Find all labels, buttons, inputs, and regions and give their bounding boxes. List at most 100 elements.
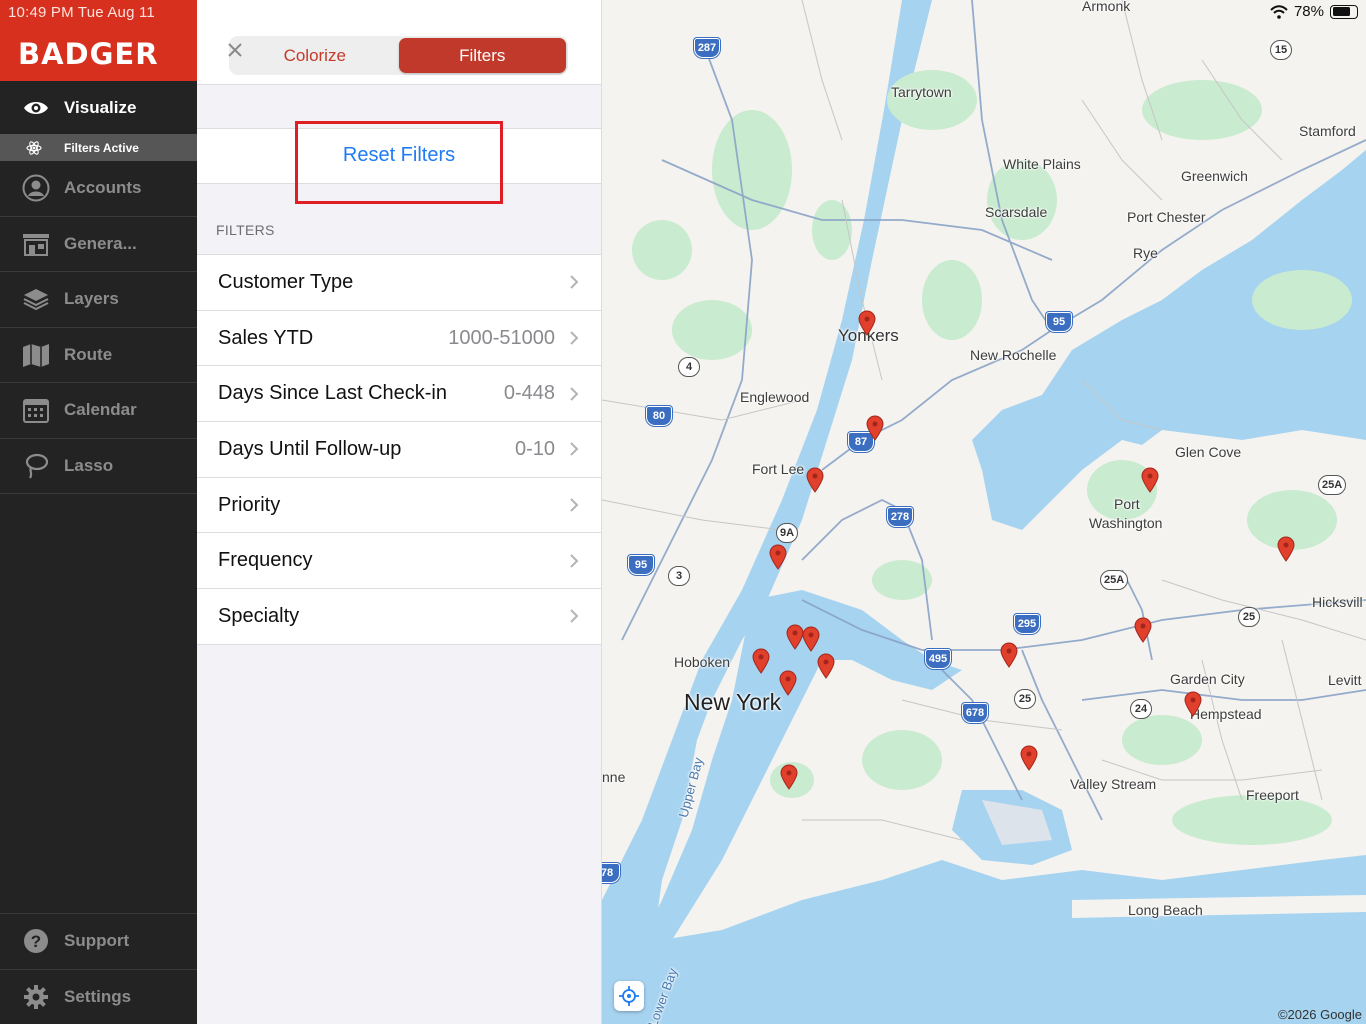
map-label-glen-cove: Glen Cove [1175, 444, 1242, 460]
sidebar-item-label: Layers [64, 289, 119, 309]
locate-me-button[interactable] [614, 981, 644, 1011]
filter-row-priority[interactable]: Priority [197, 478, 601, 534]
filters-section-title: FILTERS [216, 222, 275, 238]
close-icon[interactable] [227, 40, 249, 62]
map-pin-icon[interactable] [752, 648, 770, 674]
sidebar-item-general[interactable]: Genera... [0, 217, 197, 272]
chevron-right-icon [570, 554, 579, 568]
lasso-icon [22, 452, 50, 480]
sidebar-item-visualize[interactable]: Visualize [0, 81, 197, 134]
filter-label: Days Until Follow-up [218, 437, 402, 460]
app-window: 10:49 PM Tue Aug 11 BADGER Visualize Fil… [0, 0, 1366, 1024]
map-view[interactable]: Armonk Tarrytown Stamford White Plains G… [602, 0, 1366, 1024]
map-pin-icon[interactable] [806, 467, 824, 493]
map-label-tarrytown: Tarrytown [891, 84, 952, 100]
sidebar-item-label: Support [64, 931, 130, 951]
tab-colorize[interactable]: Colorize [231, 38, 399, 73]
map-label-white-plains: White Plains [1003, 156, 1081, 172]
interstate-shield-icon: 678 [962, 703, 988, 723]
map-pin-icon[interactable] [1277, 536, 1295, 562]
filters-active-badge[interactable]: Filters Active [0, 134, 197, 161]
sidebar-item-label: Visualize [64, 97, 137, 117]
layers-icon [22, 285, 50, 313]
filter-row-specialty[interactable]: Specialty [197, 589, 601, 645]
reset-filters-row: Reset Filters [197, 121, 601, 204]
map-label-rye: Rye [1133, 245, 1158, 261]
filter-label: Priority [218, 493, 281, 516]
map-pin-icon[interactable] [866, 415, 884, 441]
map-icon [22, 341, 50, 369]
chevron-right-icon [570, 331, 579, 345]
chevron-right-icon [570, 275, 579, 290]
route-shield-icon: 3 [668, 566, 690, 586]
filter-row-sales-ytd[interactable]: Sales YTD 1000-51000 [197, 311, 601, 367]
filter-value: 0-448 [503, 382, 555, 405]
map-pin-icon[interactable] [802, 626, 820, 652]
filter-label: Frequency [218, 549, 313, 572]
route-shield-icon: 25A [1100, 570, 1129, 590]
colorize-filters-segmented-control: Colorize Filters [229, 36, 568, 75]
sidebar-item-label: Genera... [64, 233, 137, 253]
map-label-fort-lee: Fort Lee [752, 461, 805, 477]
filter-row-days-until-followup[interactable]: Days Until Follow-up 0-10 [197, 422, 601, 478]
filter-row-days-since-checkin[interactable]: Days Since Last Check-in 0-448 [197, 366, 601, 423]
sidebar-bottom: ? Support Settings [0, 913, 197, 1024]
sidebar-item-accounts[interactable]: Accounts [0, 161, 197, 217]
wifi-icon [1270, 4, 1288, 19]
map-pin-icon[interactable] [817, 653, 835, 679]
question-circle-icon: ? [22, 927, 50, 955]
sidebar-item-layers[interactable]: Layers [0, 272, 197, 328]
sidebar-item-route[interactable]: Route [0, 328, 197, 383]
filter-row-customer-type[interactable]: Customer Type [197, 255, 601, 311]
map-label-scarsdale: Scarsdale [985, 204, 1048, 220]
svg-text:?: ? [31, 932, 41, 951]
interstate-shield-icon: 287 [694, 38, 720, 58]
sidebar-item-lasso[interactable]: Lasso [0, 439, 197, 494]
map-pin-icon[interactable] [1020, 745, 1038, 771]
route-shield-icon: 25 [1014, 689, 1036, 709]
map-pin-icon[interactable] [1141, 467, 1159, 493]
sidebar-item-label: Accounts [64, 178, 142, 198]
calendar-icon [22, 396, 50, 424]
map-pin-icon[interactable] [779, 670, 797, 696]
brand-header: 10:49 PM Tue Aug 11 BADGER [0, 0, 197, 81]
map-pin-icon[interactable] [1000, 642, 1018, 668]
sidebar-item-settings[interactable]: Settings [0, 968, 197, 1024]
interstate-shield-icon: 95 [628, 555, 654, 575]
status-bar-right: 78% [1270, 3, 1358, 20]
map-pin-icon[interactable] [780, 764, 798, 790]
route-shield-icon: 24 [1130, 699, 1152, 719]
interstate-shield-icon: 295 [1014, 614, 1040, 634]
route-shield-icon: 15 [1270, 40, 1292, 60]
reset-filters-button[interactable]: Reset Filters [197, 144, 601, 167]
map-label-port-chester: Port Chester [1127, 209, 1206, 225]
map-label-nne: nne [602, 769, 626, 785]
map-copyright: ©2026 Google [1277, 1007, 1362, 1022]
route-shield-icon: 9A [776, 523, 799, 543]
map-pin-icon[interactable] [858, 310, 876, 336]
sidebar-item-calendar[interactable]: Calendar [0, 383, 197, 439]
tab-filters[interactable]: Filters [398, 38, 566, 73]
map-label-hicksville: Hicksvill [1312, 594, 1363, 610]
filter-row-frequency[interactable]: Frequency [197, 533, 601, 590]
filter-value: 0-10 [514, 437, 555, 460]
interstate-shield-icon: 78 [602, 863, 620, 883]
map-pin-icon[interactable] [1134, 617, 1152, 643]
filter-label: Days Since Last Check-in [218, 382, 447, 405]
map-pin-icon[interactable] [769, 544, 787, 570]
badger-logo: BADGER [18, 37, 159, 71]
sidebar-item-label: Settings [64, 986, 132, 1006]
filter-label: Specialty [218, 604, 300, 627]
atlantic-ocean [602, 855, 1366, 1024]
interstate-shield-icon: 278 [887, 507, 913, 527]
map-label-stamford: Stamford [1299, 123, 1356, 139]
sidebar-item-label: Route [64, 344, 113, 364]
sidebar-item-label: Lasso [64, 455, 114, 475]
sidebar: 10:49 PM Tue Aug 11 BADGER Visualize Fil… [0, 0, 197, 1024]
filter-label: Customer Type [218, 270, 354, 293]
sidebar-item-support[interactable]: ? Support [0, 913, 197, 969]
map-label-new-york: New York [684, 689, 782, 715]
chevron-right-icon [570, 498, 579, 512]
map-pin-icon[interactable] [1184, 691, 1202, 717]
battery-icon [1330, 4, 1358, 19]
